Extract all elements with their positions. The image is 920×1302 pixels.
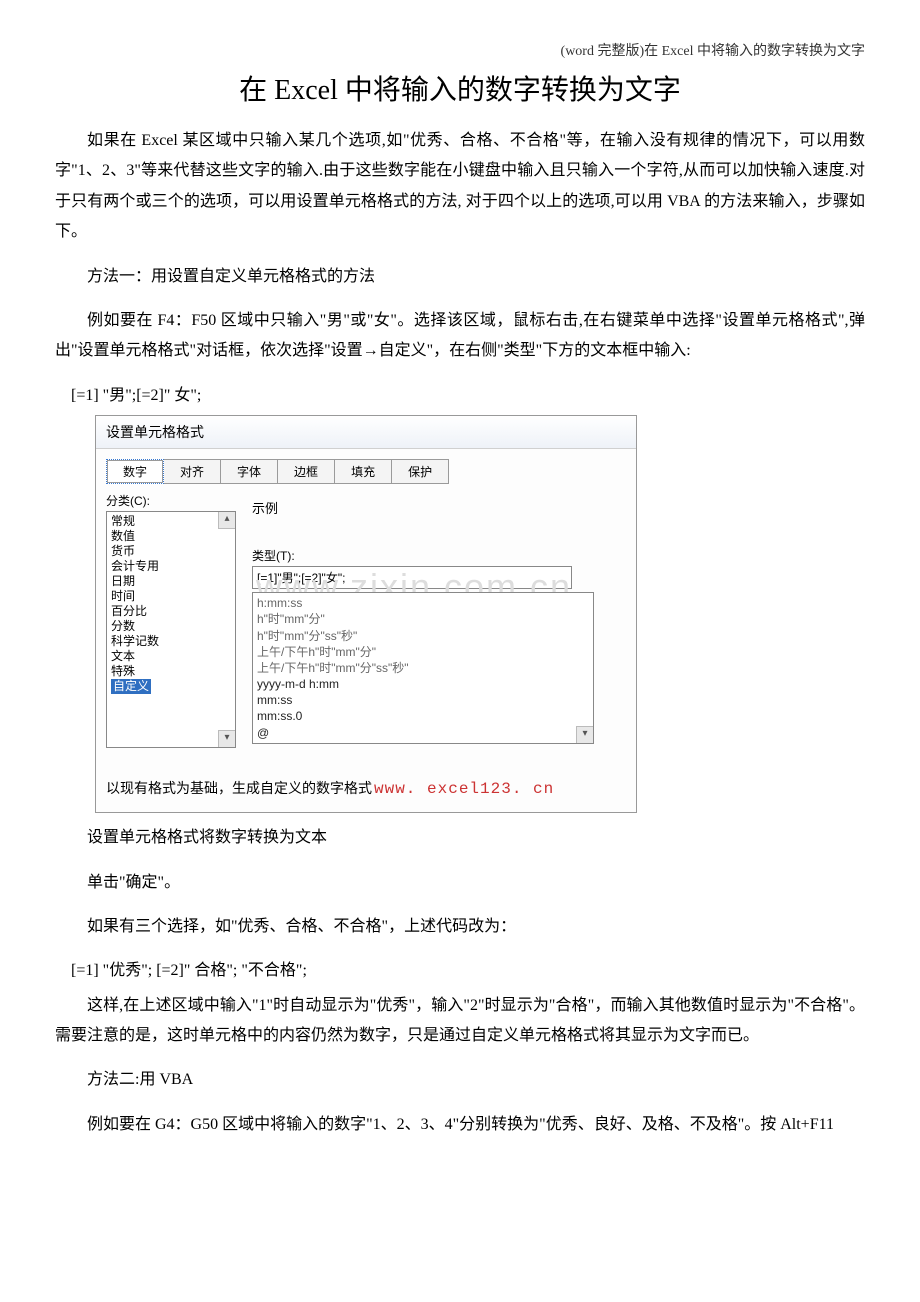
- category-item[interactable]: 特殊: [111, 664, 235, 679]
- paragraph-3: 例如要在 F4：F50 区域中只输入"男"或"女"。选择该区域，鼠标右击,在右键…: [55, 306, 865, 367]
- format-item[interactable]: yyyy-m-d h:mm: [257, 676, 589, 692]
- sample-label: 示例: [252, 498, 626, 517]
- format-item[interactable]: 上午/下午h"时"mm"分": [257, 644, 589, 660]
- category-item[interactable]: 常规: [111, 514, 235, 529]
- format-item[interactable]: 上午/下午h"时"mm"分"ss"秒": [257, 660, 589, 676]
- document-page: (word 完整版)在 Excel 中将输入的数字转换为文字 在 Excel 中…: [0, 0, 920, 1194]
- category-item[interactable]: 百分比: [111, 604, 235, 619]
- format-item[interactable]: h:mm:ss: [257, 595, 589, 611]
- paragraph-method-2: 方法二:用 VBA: [55, 1065, 865, 1095]
- category-item[interactable]: 日期: [111, 574, 235, 589]
- paragraph-6: 如果有三个选择，如"优秀、合格、不合格"，上述代码改为：: [55, 912, 865, 942]
- paragraph-7: 这样,在上述区域中输入"1"时自动显示为"优秀"，输入"2"时显示为"合格"，而…: [55, 991, 865, 1052]
- code-snippet-2: [=1] "优秀"; [=2]" 合格"; "不合格";: [55, 956, 865, 986]
- dialog-tabs: 数字 对齐 字体 边框 填充 保护: [96, 449, 636, 484]
- tab-align[interactable]: 对齐: [163, 459, 221, 484]
- category-item-selected[interactable]: 自定义: [111, 679, 151, 694]
- dialog-title: 设置单元格格式: [96, 416, 636, 449]
- category-label: 分类(C):: [106, 492, 236, 509]
- format-item[interactable]: mm:ss.0: [257, 708, 589, 724]
- category-item[interactable]: 数值: [111, 529, 235, 544]
- format-item[interactable]: mm:ss: [257, 692, 589, 708]
- scroll-down-icon[interactable]: ▾: [576, 726, 593, 743]
- type-panel: 示例 类型(T): [=1]"男";[=2]"女"; h:mm:ss h"时"m…: [252, 492, 626, 748]
- type-label: 类型(T):: [252, 547, 626, 564]
- category-item[interactable]: 时间: [111, 589, 235, 604]
- scroll-up-icon[interactable]: ▴: [218, 512, 235, 529]
- page-title: 在 Excel 中将输入的数字转换为文字: [55, 68, 865, 108]
- paragraph-9: 例如要在 G4：G50 区域中将输入的数字"1、2、3、4"分别转换为"优秀、良…: [55, 1110, 865, 1140]
- watermark-url: www. excel123. cn: [374, 780, 554, 798]
- paragraph-method-1: 方法一：用设置自定义单元格格式的方法: [55, 262, 865, 292]
- category-item[interactable]: 科学记数: [111, 634, 235, 649]
- tab-number[interactable]: 数字: [106, 459, 164, 484]
- category-item[interactable]: 分数: [111, 619, 235, 634]
- category-list[interactable]: ▴ 常规 数值 货币 会计专用 日期 时间 百分比 分数 科学记数 文本 特殊 …: [106, 511, 236, 748]
- dialog-description: 以现有格式为基础，生成自定义的数字格式www. excel123. cn: [96, 748, 636, 802]
- format-item[interactable]: h"时"mm"分"ss"秒": [257, 628, 589, 644]
- category-panel: 分类(C): ▴ 常规 数值 货币 会计专用 日期 时间 百分比 分数 科学记数…: [106, 492, 236, 748]
- code-snippet-1: [=1] "男";[=2]" 女";: [55, 381, 865, 411]
- page-header: (word 完整版)在 Excel 中将输入的数字转换为文字: [55, 40, 865, 60]
- category-item[interactable]: 文本: [111, 649, 235, 664]
- format-cells-dialog: www.zixin.com.cn 设置单元格格式 数字 对齐 字体 边框 填充 …: [95, 415, 637, 813]
- type-input[interactable]: [=1]"男";[=2]"女";: [252, 566, 572, 589]
- format-item[interactable]: h"时"mm"分": [257, 611, 589, 627]
- format-item[interactable]: [h]:mm:ss: [257, 741, 589, 744]
- dialog-body: 分类(C): ▴ 常规 数值 货币 会计专用 日期 时间 百分比 分数 科学记数…: [96, 484, 636, 748]
- tab-protect[interactable]: 保护: [391, 459, 449, 484]
- tab-border[interactable]: 边框: [277, 459, 335, 484]
- tab-font[interactable]: 字体: [220, 459, 278, 484]
- scroll-down-icon[interactable]: ▾: [218, 730, 235, 747]
- category-item[interactable]: 货币: [111, 544, 235, 559]
- paragraph-5: 单击"确定"。: [55, 868, 865, 898]
- format-item[interactable]: @: [257, 725, 589, 741]
- paragraph-4: 设置单元格格式将数字转换为文本: [55, 823, 865, 853]
- tab-fill[interactable]: 填充: [334, 459, 392, 484]
- paragraph-1: 如果在 Excel 某区域中只输入某几个选项,如"优秀、合格、不合格"等，在输入…: [55, 126, 865, 248]
- category-item[interactable]: 会计专用: [111, 559, 235, 574]
- format-list[interactable]: h:mm:ss h"时"mm"分" h"时"mm"分"ss"秒" 上午/下午h"…: [252, 592, 594, 744]
